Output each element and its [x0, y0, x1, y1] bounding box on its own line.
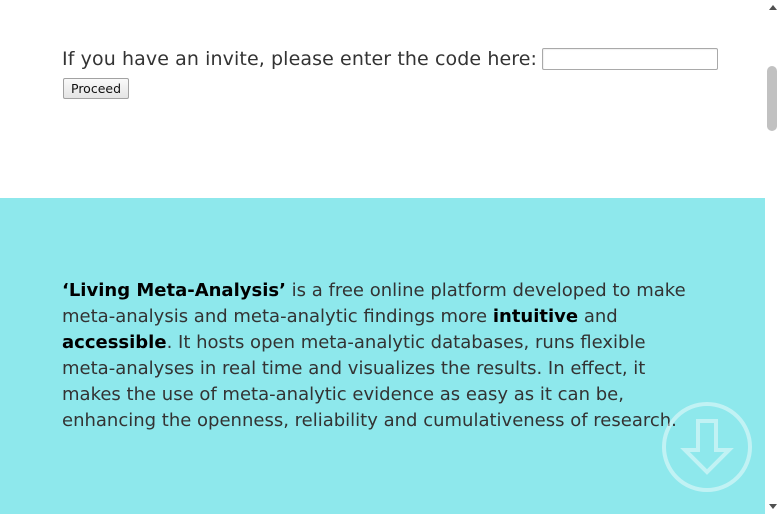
proceed-button[interactable]: Proceed [63, 78, 130, 99]
emphasis-intuitive: intuitive [492, 306, 579, 327]
platform-name: ‘Living Meta-Analysis’ [62, 280, 286, 301]
about-section: ‘Living Meta-Analysis’ is a free online … [0, 198, 765, 514]
emphasis-accessible: accessible [62, 332, 167, 353]
invite-section: If you have an invite, please enter the … [0, 0, 765, 198]
triangle-down-icon[interactable] [765, 499, 780, 514]
arrow-down-circle-icon[interactable] [661, 401, 753, 493]
vertical-scrollbar[interactable] [765, 0, 780, 514]
invite-label: If you have an invite, please enter the … [62, 48, 538, 70]
invite-row: If you have an invite, please enter the … [62, 48, 719, 70]
about-text-2: and [578, 306, 618, 327]
triangle-up-icon[interactable] [765, 0, 780, 15]
about-description: ‘Living Meta-Analysis’ is a free online … [62, 278, 702, 434]
scrollbar-thumb[interactable] [767, 66, 777, 131]
invite-code-input[interactable] [542, 48, 719, 70]
page: If you have an invite, please enter the … [0, 0, 765, 514]
